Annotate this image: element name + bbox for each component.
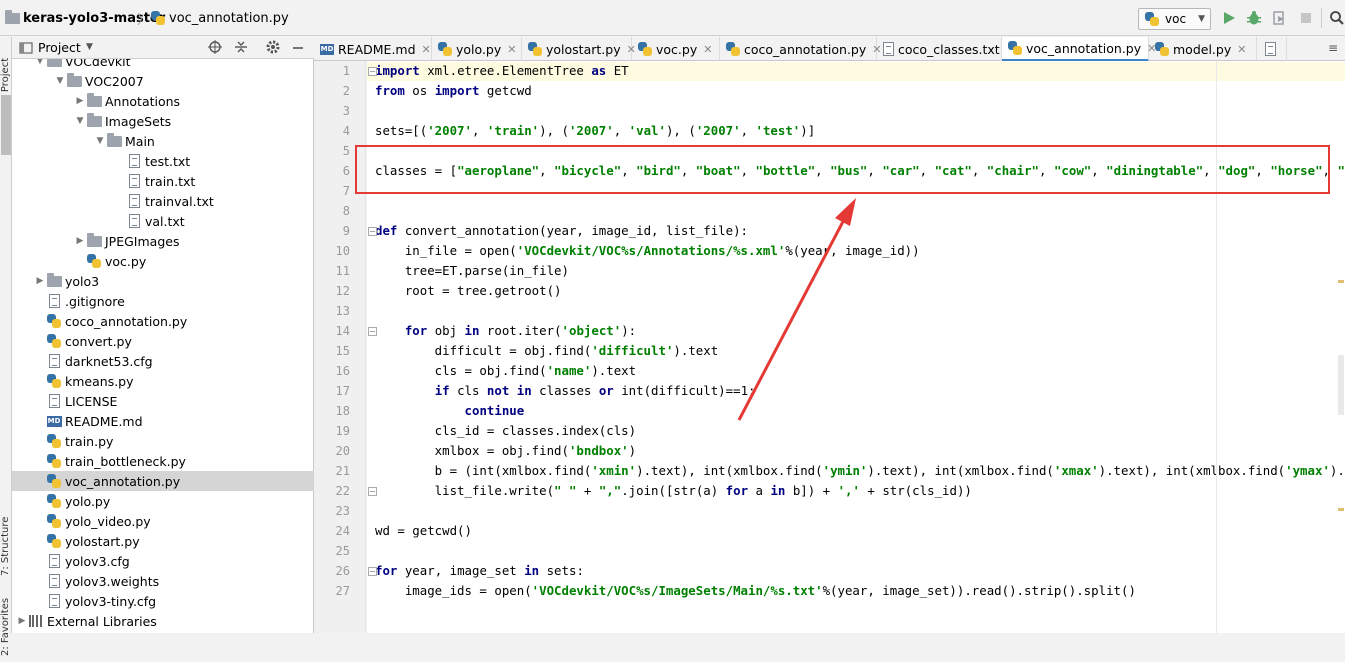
- annotation-arrow: [737, 198, 856, 421]
